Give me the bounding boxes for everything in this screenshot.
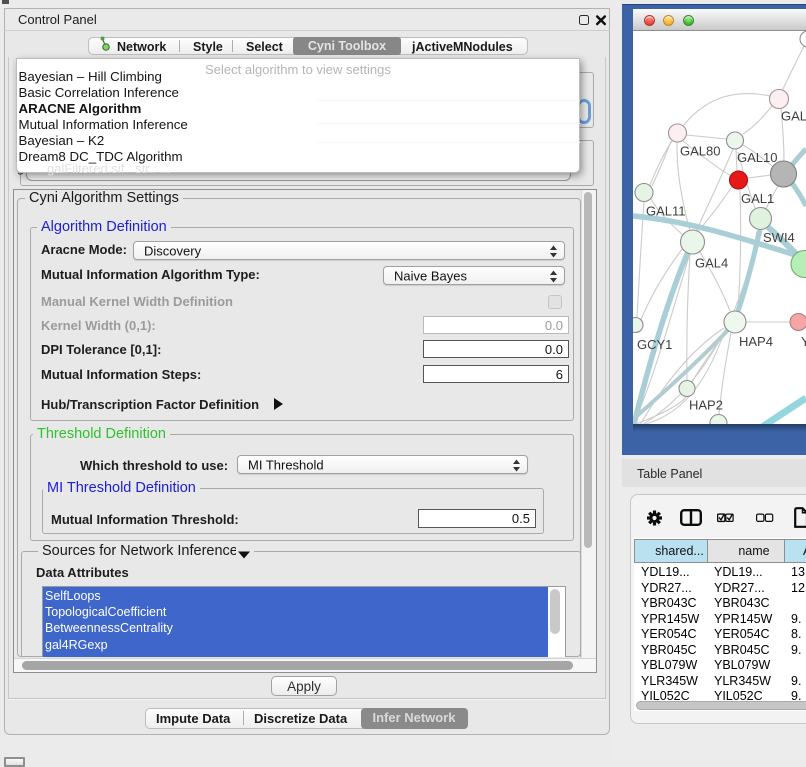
svg-text:GAL11: GAL11 [646, 204, 686, 219]
svg-text:GAL80: GAL80 [680, 144, 720, 159]
svg-text:GAL4: GAL4 [695, 256, 728, 271]
svg-text:GAL2: GAL2 [781, 109, 806, 124]
svg-text:SWI4: SWI4 [763, 230, 795, 245]
svg-text:GCY1: GCY1 [637, 337, 672, 352]
svg-text:Y: Y [801, 334, 806, 349]
svg-text:GAL1: GAL1 [741, 191, 774, 206]
svg-text:GAL10: GAL10 [737, 150, 777, 165]
svg-text:HAP4: HAP4 [739, 334, 773, 349]
svg-text:HAP2: HAP2 [689, 398, 723, 413]
